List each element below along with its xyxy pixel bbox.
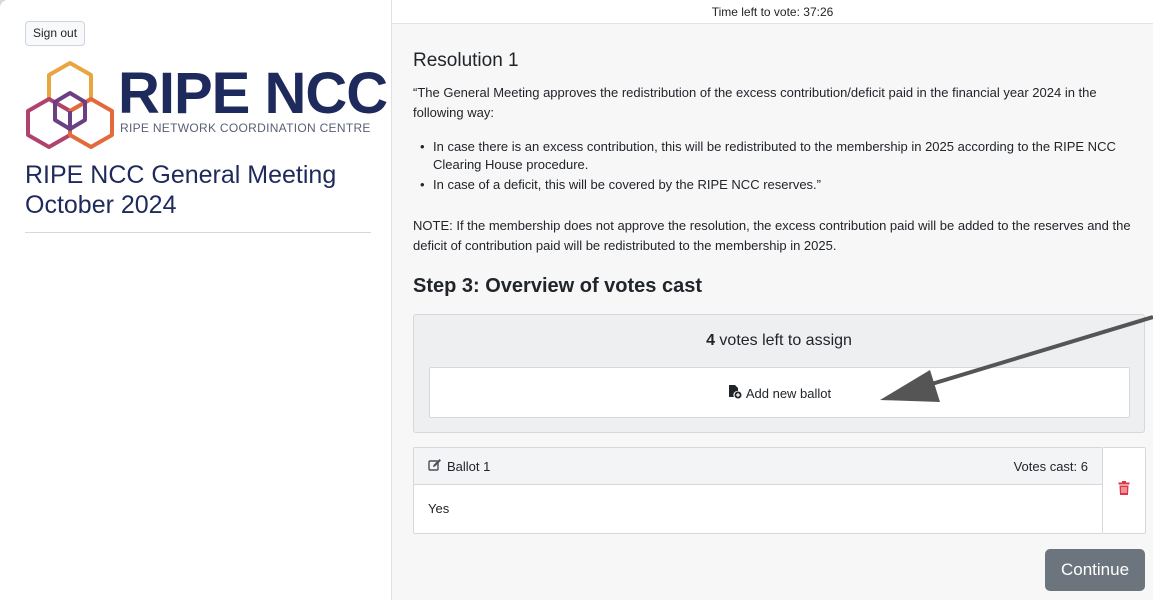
votes-left-count: 4 xyxy=(706,332,715,349)
ballot-body: Ballot 1 Votes cast: 6 Yes xyxy=(413,447,1103,534)
add-new-ballot-button[interactable]: Add new ballot xyxy=(429,367,1130,418)
app-window: Sign out RIPE NCC RIPE NETWORK COORDINAT… xyxy=(0,0,1153,600)
resolution-text: “The General Meeting approves the redist… xyxy=(413,85,1097,120)
vote-timer: Time left to vote: 37:26 xyxy=(392,0,1153,24)
ripe-ncc-logo: RIPE NCC RIPE NETWORK COORDINATION CENTR… xyxy=(25,60,388,150)
delete-ballot-button[interactable] xyxy=(1103,447,1146,534)
logo-subtitle: RIPE NETWORK COORDINATION CENTRE xyxy=(120,121,371,135)
ripe-ncc-logo-mark xyxy=(26,61,114,149)
file-plus-icon xyxy=(728,369,742,420)
resolution-bullets: In case there is an excess contribution,… xyxy=(413,138,1141,196)
sidebar: Sign out RIPE NCC RIPE NETWORK COORDINAT… xyxy=(0,0,392,600)
resolution-bullet: In case there is an excess contribution,… xyxy=(413,138,1141,174)
resolution-bullet: In case of a deficit, this will be cover… xyxy=(413,176,1141,194)
votes-left-label: votes left to assign xyxy=(714,332,852,349)
edit-icon xyxy=(428,449,442,486)
ballot-edit-link[interactable]: Ballot 1 xyxy=(428,448,490,486)
logo-wordmark: RIPE NCC xyxy=(118,61,388,126)
ballot-header: Ballot 1 Votes cast: 6 xyxy=(414,448,1102,485)
sidebar-divider xyxy=(25,232,371,233)
votes-assign-panel: 4 votes left to assign Add new ballot xyxy=(413,314,1145,433)
ballot-card: Ballot 1 Votes cast: 6 Yes xyxy=(413,447,1146,534)
ballot-votes-cast: Votes cast: 6 xyxy=(1013,459,1088,474)
resolution-note: NOTE: If the membership does not approve… xyxy=(413,218,1131,253)
continue-button[interactable]: Continue xyxy=(1045,549,1145,591)
votes-left-text: 4 votes left to assign xyxy=(414,332,1144,350)
resolution-title: Resolution 1 xyxy=(413,50,519,71)
step-title: Step 3: Overview of votes cast xyxy=(413,275,703,297)
sign-out-button[interactable]: Sign out xyxy=(25,21,86,46)
ballot-name: Ballot 1 xyxy=(447,459,491,474)
trash-icon xyxy=(1118,481,1130,500)
main-content: Time left to vote: 37:26 Resolution 1 “T… xyxy=(392,0,1153,600)
add-new-ballot-label: Add new ballot xyxy=(745,386,832,401)
ballot-choice: Yes xyxy=(428,501,450,516)
meeting-title: RIPE NCC General Meeting October 2024 xyxy=(25,161,337,219)
